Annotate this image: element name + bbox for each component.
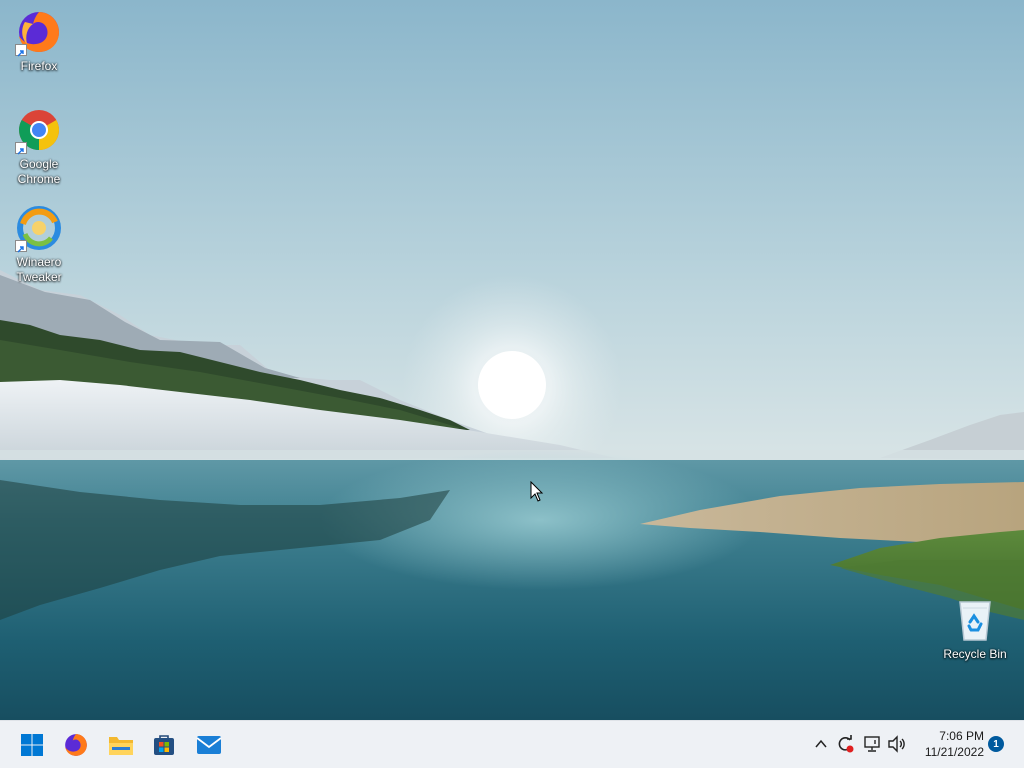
taskbar-firefox-button[interactable]	[58, 727, 94, 763]
notification-badge[interactable]: 1	[988, 736, 1004, 752]
firefox-icon	[65, 734, 87, 756]
windows-logo-icon	[21, 734, 43, 756]
chevron-up-icon	[815, 739, 827, 748]
desktop-icon-winaero-tweaker[interactable]: Winaero Tweaker	[1, 204, 77, 285]
network-icon	[864, 736, 880, 752]
winaero-tweaker-icon	[15, 204, 63, 253]
shortcut-arrow-icon	[15, 240, 27, 253]
wallpaper	[0, 0, 1024, 720]
desktop-icon-label: Recycle Bin	[943, 647, 1007, 661]
clock-time: 7:06 PM	[939, 729, 984, 743]
taskbar: 7:06 PM 11/21/2022	[0, 720, 1024, 768]
desktop-icon-firefox[interactable]: Firefox	[1, 8, 77, 74]
folder-icon	[109, 737, 133, 755]
firefox-icon	[15, 8, 63, 57]
clock-date: 11/21/2022	[924, 745, 984, 759]
show-hidden-icons-button[interactable]	[810, 733, 832, 755]
mouse-cursor-icon	[530, 481, 544, 502]
desktop-icon-google-chrome[interactable]: Google Chrome	[1, 106, 77, 187]
desktop-icon-label: Firefox	[20, 59, 58, 73]
desktop-icon-label: Winaero Tweaker	[16, 255, 62, 284]
shortcut-arrow-icon	[15, 44, 27, 57]
taskbar-mail-button[interactable]	[191, 727, 227, 763]
taskbar-clock[interactable]: 7:06 PM 11/21/2022	[912, 728, 984, 760]
mail-icon	[196, 736, 222, 754]
chrome-icon	[15, 106, 63, 155]
desktop-icon-label: Google Chrome	[17, 157, 61, 186]
volume-button[interactable]	[886, 733, 908, 755]
store-icon	[154, 735, 174, 755]
network-button[interactable]	[861, 733, 883, 755]
sync-icon	[838, 735, 854, 753]
desktop-icon-recycle-bin[interactable]: Recycle Bin	[937, 596, 1013, 662]
taskbar-microsoft-store-button[interactable]	[146, 727, 182, 763]
volume-icon	[888, 735, 905, 753]
recycle-bin-icon	[951, 596, 999, 644]
sync-status-button[interactable]	[834, 733, 856, 755]
shortcut-arrow-icon	[15, 142, 27, 155]
taskbar-file-explorer-button[interactable]	[103, 727, 139, 763]
desktop[interactable]: Firefox Google Chrome Winaero Tweaker Re…	[0, 0, 1024, 720]
start-button[interactable]	[14, 727, 50, 763]
